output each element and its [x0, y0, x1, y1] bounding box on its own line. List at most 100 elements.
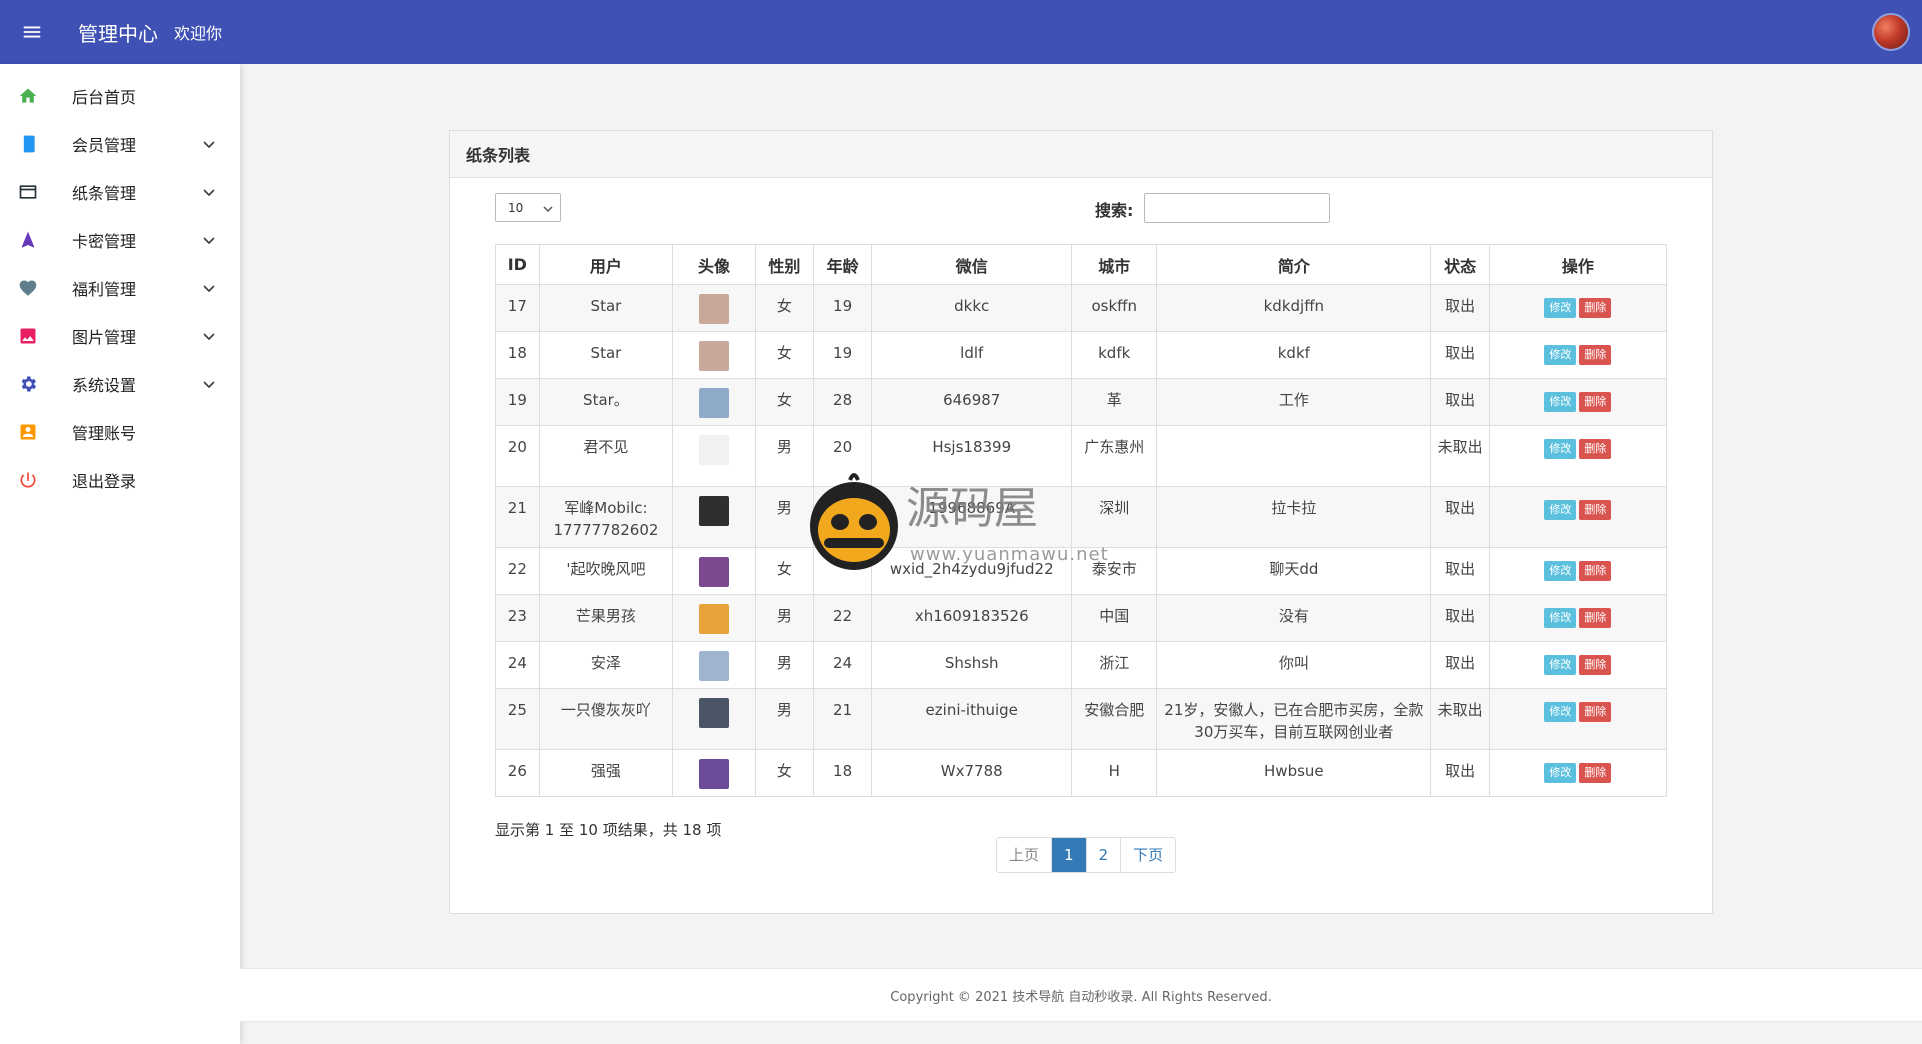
column-header[interactable]: 简介 [1156, 244, 1432, 285]
cell-gender: 女 [754, 331, 814, 379]
cell-intro: Hwbsue [1156, 749, 1432, 797]
column-header[interactable]: 性别 [754, 244, 814, 285]
cell-avatar [672, 284, 756, 332]
notes-list-panel: 纸条列表 10 搜索: ID 用户 头像 性别 年龄 微信 城市 简介 状态 操作 17 Star 女… [449, 130, 1713, 914]
cell-intro: 你叫 [1156, 641, 1432, 689]
cell-avatar [672, 688, 756, 750]
sidebar-item-6[interactable]: 系统设置 [0, 360, 240, 408]
cell-gender: 男 [754, 641, 814, 689]
avatar-thumbnail[interactable] [698, 294, 729, 324]
avatar-thumbnail[interactable] [698, 496, 729, 526]
delete-button[interactable]: 删除 [1579, 345, 1612, 365]
sidebar-item-label: 系统设置 [72, 376, 137, 395]
avatar-thumbnail[interactable] [698, 341, 729, 371]
cell-city: 广东惠州 [1071, 425, 1158, 487]
delete-button[interactable]: 删除 [1579, 763, 1612, 783]
edit-button[interactable]: 修改 [1544, 439, 1577, 459]
delete-button[interactable]: 删除 [1579, 608, 1612, 628]
sidebar-item-8[interactable]: 退出登录 [0, 456, 240, 504]
cell-wechat: xh1609183526 [871, 594, 1073, 642]
cell-gender: 女 [754, 378, 814, 426]
menu-icon[interactable] [0, 0, 64, 64]
edit-button[interactable]: 修改 [1544, 500, 1577, 520]
cell-city: H [1071, 749, 1158, 797]
edit-button[interactable]: 修改 [1544, 392, 1577, 412]
cell-avatar [672, 378, 756, 426]
delete-button[interactable]: 删除 [1579, 392, 1612, 412]
page-button-2[interactable]: 2 [1086, 838, 1122, 872]
chevron-down-icon [202, 377, 216, 391]
delete-button[interactable]: 删除 [1579, 500, 1612, 520]
cell-status: 取出 [1430, 749, 1490, 797]
column-header[interactable]: 用户 [538, 244, 674, 285]
avatar-thumbnail[interactable] [698, 651, 729, 681]
avatar-thumbnail[interactable] [698, 435, 729, 465]
cell-gender: 男 [754, 688, 814, 750]
cell-avatar [672, 425, 756, 487]
column-header[interactable]: 头像 [672, 244, 756, 285]
sidebar-item-5[interactable]: 图片管理 [0, 312, 240, 360]
avatar-thumbnail[interactable] [698, 698, 729, 728]
cell-actions: 修改 删除 [1488, 749, 1668, 797]
edit-button[interactable]: 修改 [1544, 345, 1577, 365]
user-avatar[interactable] [1872, 13, 1910, 51]
avatar-thumbnail[interactable] [698, 557, 729, 587]
cell-intro: kdkdjffn [1156, 284, 1432, 332]
cell-avatar [672, 641, 756, 689]
sidebar-item-2[interactable]: 纸条管理 [0, 168, 240, 216]
table-row: 20 君不见男 20 Hsjs18399 广东惠州 未取出 修改 删除 [495, 425, 1668, 487]
cell-intro: kdkf [1156, 331, 1432, 379]
page-button-1[interactable]: 1 [1052, 838, 1087, 872]
prev-page-button[interactable]: 上页 [997, 838, 1053, 872]
column-header[interactable]: 微信 [871, 244, 1073, 285]
avatar-thumbnail[interactable] [698, 388, 729, 418]
image-icon [18, 326, 38, 346]
delete-button[interactable]: 删除 [1579, 439, 1612, 459]
cell-status: 取出 [1430, 284, 1490, 332]
navigation-icon [18, 230, 38, 250]
sidebar-item-label: 后台首页 [72, 88, 137, 107]
card-icon [18, 182, 38, 202]
chevron-down-icon [202, 137, 216, 151]
cell-wechat: Hsjs18399 [871, 425, 1073, 487]
edit-button[interactable]: 修改 [1544, 655, 1577, 675]
sidebar-item-1[interactable]: 会员管理 [0, 120, 240, 168]
delete-button[interactable]: 删除 [1579, 298, 1612, 318]
delete-button[interactable]: 删除 [1579, 655, 1612, 675]
cell-city: 深圳 [1071, 486, 1158, 548]
sidebar-item-3[interactable]: 卡密管理 [0, 216, 240, 264]
cell-status: 未取出 [1430, 688, 1490, 750]
cell-id: 22 [495, 547, 540, 595]
avatar-thumbnail[interactable] [698, 604, 729, 634]
delete-button[interactable]: 删除 [1579, 561, 1612, 581]
sidebar-item-0[interactable]: 后台首页 [0, 72, 240, 120]
avatar-thumbnail[interactable] [698, 759, 729, 789]
cell-city: oskffn [1071, 284, 1158, 332]
search-input[interactable] [1144, 193, 1330, 223]
edit-button[interactable]: 修改 [1544, 298, 1577, 318]
edit-button[interactable]: 修改 [1544, 561, 1577, 581]
pagination: 上页 1 2 下页 [996, 837, 1177, 873]
column-header[interactable]: 状态 [1430, 244, 1490, 285]
cell-intro: 工作 [1156, 378, 1432, 426]
sidebar-item-7[interactable]: 管理账号 [0, 408, 240, 456]
column-header[interactable]: 城市 [1071, 244, 1158, 285]
delete-button[interactable]: 删除 [1579, 702, 1612, 722]
edit-button[interactable]: 修改 [1544, 702, 1577, 722]
sidebar-item-4[interactable]: 福利管理 [0, 264, 240, 312]
cell-age: 21 [812, 688, 873, 750]
column-header[interactable]: ID [495, 244, 540, 285]
page-length-select[interactable]: 10 [495, 193, 561, 222]
chevron-down-icon [202, 185, 216, 199]
cell-avatar [672, 331, 756, 379]
search-label: 搜索: [1095, 201, 1134, 220]
cell-wechat: Shshsh [871, 641, 1073, 689]
column-header[interactable]: 操作 [1488, 244, 1668, 285]
column-header[interactable]: 年龄 [812, 244, 873, 285]
edit-button[interactable]: 修改 [1544, 608, 1577, 628]
cell-user: '起吹晚风吧 [538, 547, 674, 595]
home-icon [18, 86, 38, 106]
edit-button[interactable]: 修改 [1544, 763, 1577, 783]
next-page-button[interactable]: 下页 [1121, 838, 1176, 872]
cell-intro: 21岁，安徽人，已在合肥市买房，全款30万买车，目前互联网创业者 [1156, 688, 1432, 750]
